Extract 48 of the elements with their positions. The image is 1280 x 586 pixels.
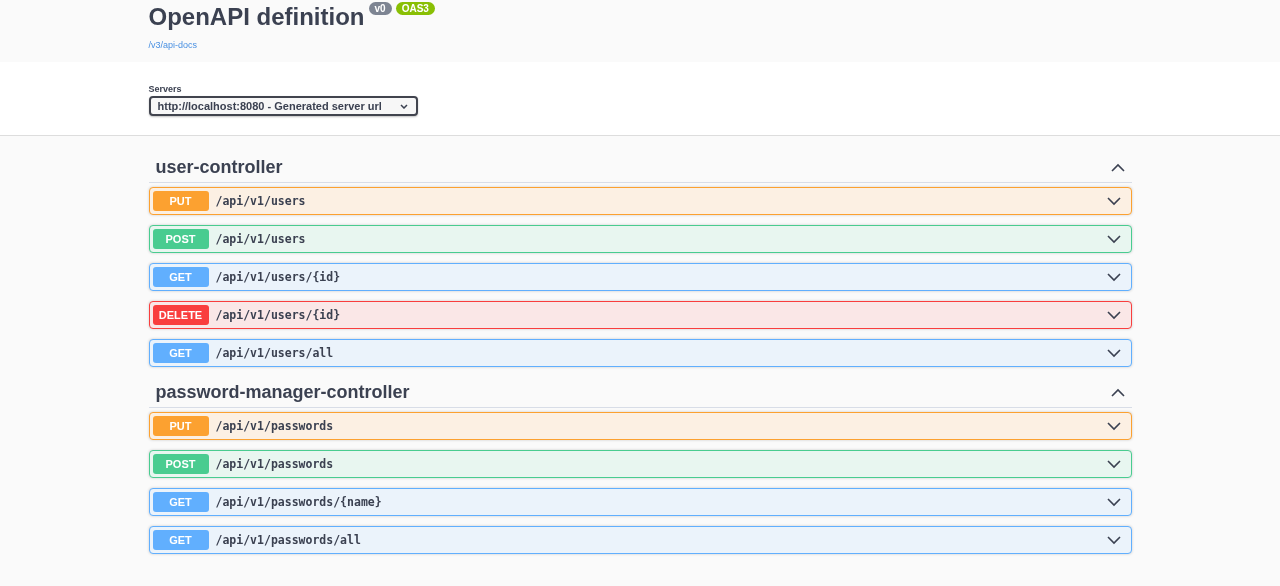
- method-badge: GET: [152, 343, 209, 363]
- operation-row[interactable]: POST /api/v1/passwords: [148, 450, 1132, 478]
- operation-row[interactable]: GET /api/v1/users/all: [148, 339, 1132, 367]
- operation-row[interactable]: DELETE /api/v1/users/{id}: [148, 301, 1132, 329]
- servers-label: Servers: [148, 84, 183, 94]
- chevron-down-icon[interactable]: [1106, 272, 1121, 282]
- caret-icon: [399, 103, 408, 109]
- operation-path: /api/v1/users/{id}: [215, 270, 342, 284]
- api-title: OpenAPI definition: [148, 2, 365, 32]
- spec-badge: OAS3: [395, 2, 435, 15]
- operation-row[interactable]: GET /api/v1/passwords/{name}: [148, 488, 1132, 516]
- version-badge: v0: [368, 2, 392, 15]
- operation-path: /api/v1/users/{id}: [215, 308, 342, 322]
- chevron-down-icon[interactable]: [1106, 497, 1121, 507]
- method-badge: DELETE: [152, 305, 209, 325]
- operation-path: /api/v1/users/all: [215, 346, 335, 360]
- chevron-down-icon[interactable]: [1106, 348, 1121, 358]
- operation-row[interactable]: POST /api/v1/users: [148, 225, 1132, 253]
- chevron-down-icon[interactable]: [1106, 421, 1121, 431]
- operation-path: /api/v1/users: [215, 194, 307, 208]
- method-badge: POST: [152, 229, 209, 249]
- chevron-down-icon[interactable]: [1106, 310, 1121, 320]
- tag-name: user-controller: [155, 156, 283, 178]
- operation-path: /api/v1/passwords: [215, 457, 335, 471]
- tag-name: password-manager-controller: [155, 381, 410, 403]
- operation-row[interactable]: GET /api/v1/users/{id}: [148, 263, 1132, 291]
- collapse-icon[interactable]: [1110, 387, 1125, 397]
- chevron-down-icon[interactable]: [1106, 196, 1121, 206]
- chevron-down-icon[interactable]: [1106, 234, 1121, 244]
- chevron-down-icon[interactable]: [1106, 459, 1121, 469]
- tag-header[interactable]: password-manager-controller: [148, 377, 1132, 408]
- method-badge: PUT: [152, 416, 209, 436]
- operation-path: /api/v1/passwords/{name}: [215, 495, 383, 509]
- chevron-down-icon[interactable]: [1106, 535, 1121, 545]
- operation-path: /api/v1/passwords/all: [215, 533, 362, 547]
- method-badge: GET: [152, 267, 209, 287]
- server-select[interactable]: http://localhost:8080 - Generated server url: [148, 96, 418, 116]
- operation-path: /api/v1/passwords: [215, 419, 335, 433]
- collapse-icon[interactable]: [1110, 162, 1125, 172]
- operation-row[interactable]: PUT /api/v1/users: [148, 187, 1132, 215]
- method-badge: GET: [152, 530, 209, 550]
- operation-row[interactable]: GET /api/v1/passwords/all: [148, 526, 1132, 554]
- method-badge: GET: [152, 492, 209, 512]
- operation-row[interactable]: PUT /api/v1/passwords: [148, 412, 1132, 440]
- tag-header[interactable]: user-controller: [148, 152, 1132, 183]
- method-badge: PUT: [152, 191, 209, 211]
- method-badge: POST: [152, 454, 209, 474]
- operation-path: /api/v1/users: [215, 232, 307, 246]
